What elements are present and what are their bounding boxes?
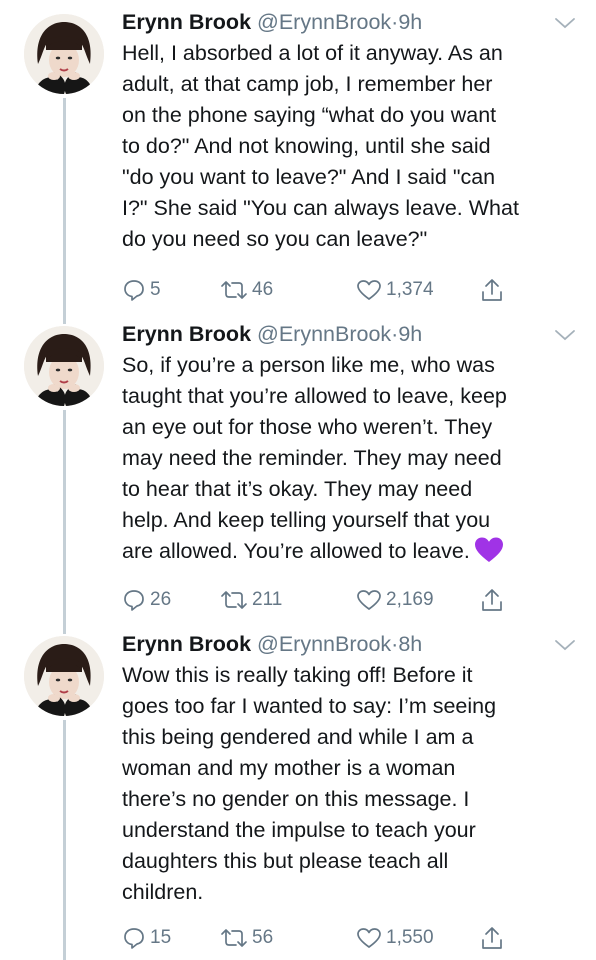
- thread-connector-line: [63, 312, 66, 324]
- reply-icon: [124, 928, 144, 949]
- tweet[interactable]: Erynn Brook @ErynnBrook·8h Wow this is r…: [0, 622, 596, 960]
- chevron-down-icon[interactable]: [554, 328, 576, 342]
- reply-button[interactable]: 15: [122, 924, 171, 952]
- reply-button[interactable]: 26: [122, 586, 171, 614]
- heart-icon: [357, 280, 381, 300]
- retweet-button[interactable]: 46: [220, 276, 273, 304]
- avatar[interactable]: [24, 636, 104, 716]
- tweet-text-wrapper: So, if you’re a person like me, who was …: [122, 350, 562, 567]
- share-button[interactable]: [480, 276, 508, 304]
- purple-heart-emoji-icon: [474, 537, 503, 562]
- share-icon: [482, 279, 502, 301]
- avatar[interactable]: [24, 326, 104, 406]
- tweet-timestamp[interactable]: 9h: [398, 322, 422, 346]
- avatar-image: [24, 636, 104, 716]
- tweet[interactable]: Erynn Brook @ErynnBrook·9h So, if you’re…: [0, 312, 596, 622]
- reply-count: 26: [150, 589, 172, 610]
- share-button[interactable]: [480, 586, 508, 614]
- tweet[interactable]: Erynn Brook @ErynnBrook·9h Hell, I absor…: [0, 0, 596, 312]
- retweet-icon: [221, 929, 247, 947]
- author-name[interactable]: Erynn Brook: [122, 322, 251, 346]
- tweet-thread: Erynn Brook @ErynnBrook·9h Hell, I absor…: [0, 0, 596, 960]
- avatar-image: [24, 14, 104, 94]
- reply-icon: [124, 280, 144, 301]
- tweet-actions: 5 46 1,374: [122, 276, 522, 304]
- like-button[interactable]: 1,550: [356, 924, 434, 952]
- tweet-timestamp[interactable]: 9h: [398, 10, 422, 34]
- reply-icon: [124, 590, 144, 611]
- tweet-text: Wow this is really taking off! Before it…: [122, 663, 497, 904]
- thread-connector-line: [63, 622, 66, 634]
- author-handle[interactable]: @ErynnBrook: [257, 322, 391, 346]
- retweet-icon: [221, 591, 247, 609]
- tweet-timestamp[interactable]: 8h: [398, 632, 422, 656]
- share-icon: [482, 927, 502, 949]
- retweet-count: 211: [252, 589, 283, 610]
- author-name[interactable]: Erynn Brook: [122, 10, 251, 34]
- retweet-count: 56: [252, 927, 274, 948]
- retweet-button[interactable]: 211: [220, 586, 282, 614]
- thread-connector-line: [63, 98, 66, 312]
- retweet-count: 46: [252, 279, 274, 300]
- share-button[interactable]: [480, 924, 508, 952]
- heart-icon: [357, 590, 381, 610]
- author-handle[interactable]: @ErynnBrook: [257, 632, 391, 656]
- tweet-header: Erynn Brook @ErynnBrook·9h: [122, 8, 562, 36]
- retweet-button[interactable]: 56: [220, 924, 273, 952]
- thread-connector-line: [63, 720, 66, 960]
- reply-count: 15: [150, 927, 172, 948]
- retweet-icon: [221, 281, 247, 299]
- thread-connector-line: [63, 410, 66, 622]
- chevron-down-icon[interactable]: [554, 638, 576, 652]
- reply-count: 5: [150, 279, 161, 300]
- like-count: 1,550: [386, 927, 434, 948]
- tweet-header: Erynn Brook @ErynnBrook·8h: [122, 630, 562, 658]
- like-count: 2,169: [386, 589, 434, 610]
- tweet-text: So, if you’re a person like me, who was …: [122, 353, 507, 563]
- avatar-image: [24, 326, 104, 406]
- tweet-header: Erynn Brook @ErynnBrook·9h: [122, 320, 562, 348]
- share-icon: [482, 589, 502, 611]
- reply-button[interactable]: 5: [122, 276, 161, 304]
- avatar[interactable]: [24, 14, 104, 94]
- author-name[interactable]: Erynn Brook: [122, 632, 251, 656]
- tweet-text: Hell, I absorbed a lot of it anyway. As …: [122, 41, 519, 251]
- tweet-actions: 15 56 1,550: [122, 924, 522, 952]
- like-button[interactable]: 2,169: [356, 586, 434, 614]
- like-count: 1,374: [386, 279, 434, 300]
- like-button[interactable]: 1,374: [356, 276, 434, 304]
- chevron-down-icon[interactable]: [554, 16, 576, 30]
- heart-icon: [357, 928, 381, 948]
- author-handle[interactable]: @ErynnBrook: [257, 10, 391, 34]
- tweet-actions: 26 211 2,169: [122, 586, 522, 614]
